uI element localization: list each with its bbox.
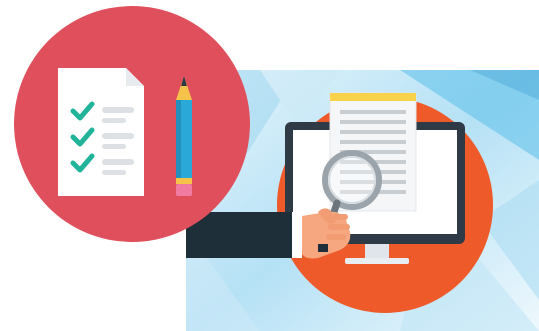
illustration-canvas [0,0,539,331]
illustration-svg [14,6,539,331]
checklist-icon [58,68,144,196]
checklist-badge [14,6,250,242]
hand-holding-magnifier-icon [186,208,351,259]
pencil-icon [176,76,192,196]
